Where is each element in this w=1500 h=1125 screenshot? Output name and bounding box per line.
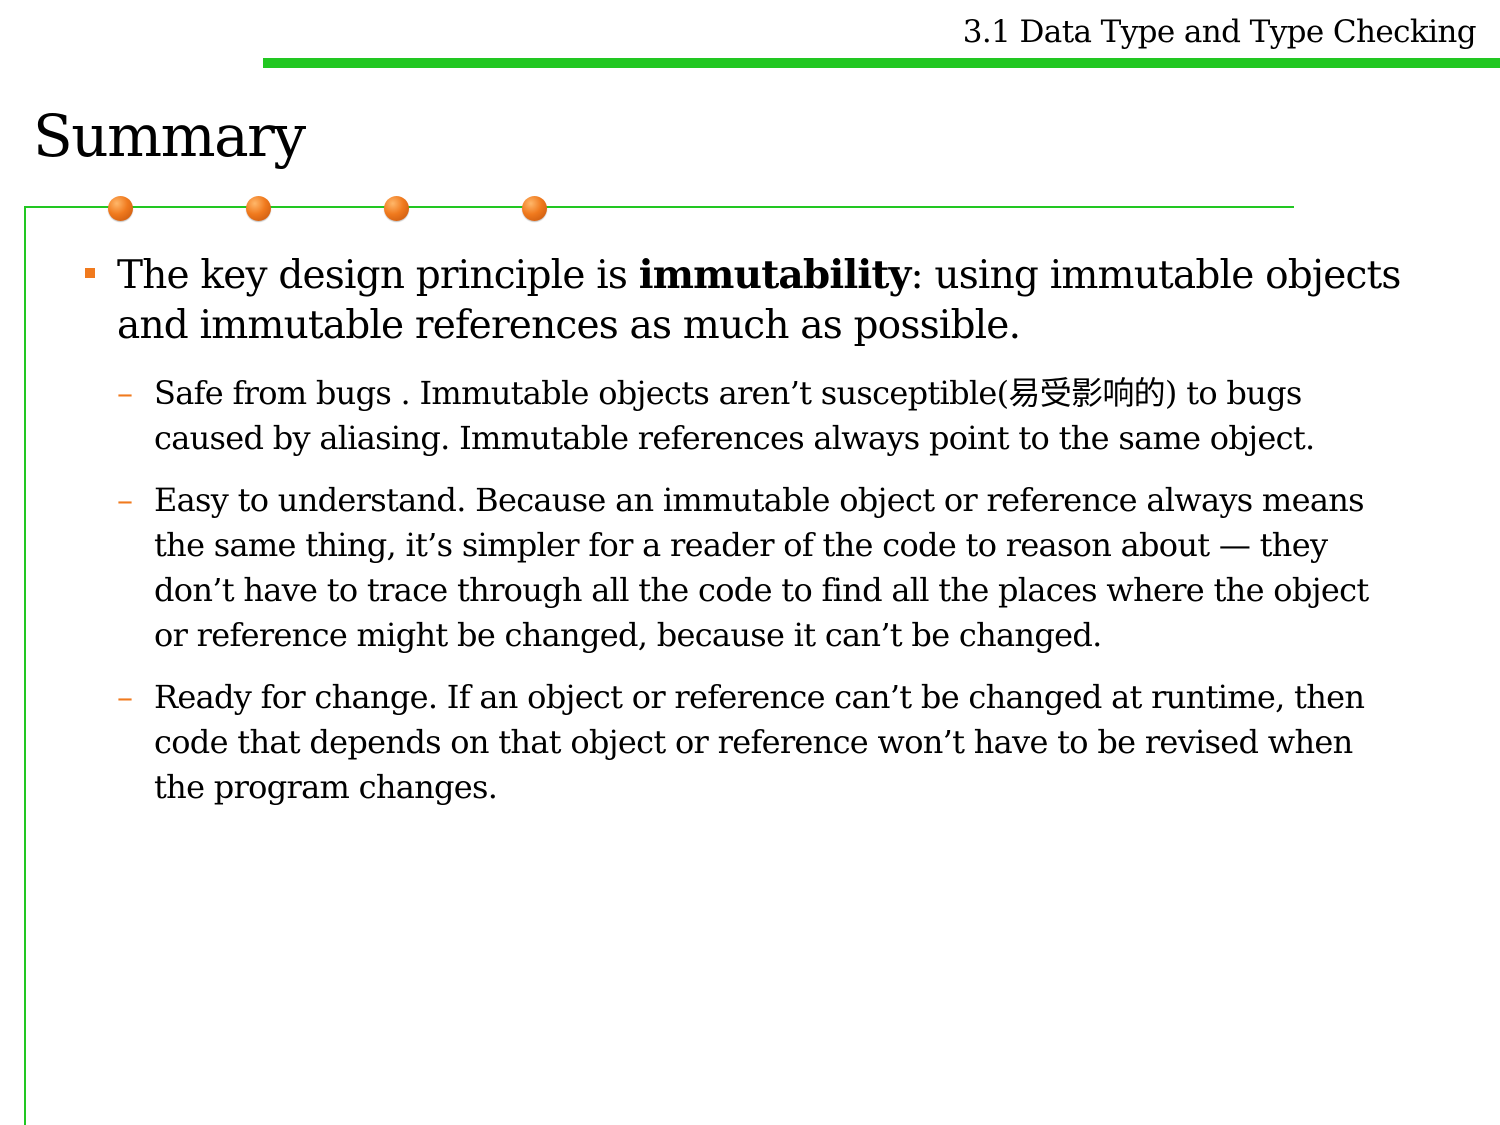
sub-bullet-list: – Safe from bugs . Immutable objects are… (80, 371, 1410, 810)
slide-title: Summary (33, 102, 306, 170)
sub-bullet-text: Easy to understand. Because an immutable… (154, 481, 1369, 654)
header-accent-bar (263, 58, 1500, 68)
square-bullet-icon (85, 268, 95, 278)
dash-bullet-icon: – (117, 481, 133, 519)
decorative-dot-2 (246, 196, 271, 221)
sub-bullet-ready-for-change: – Ready for change. If an object or refe… (117, 675, 1410, 810)
decorative-dot-4 (522, 196, 547, 221)
main-bullet-bold-term: immutability (638, 252, 912, 298)
decorative-dot-3 (384, 196, 409, 221)
sub-bullet-safe-from-bugs: – Safe from bugs . Immutable objects are… (117, 371, 1410, 461)
sub-bullet-text: Safe from bugs . Immutable objects aren’… (154, 374, 1315, 457)
main-bullet-text-before: The key design principle is (117, 253, 639, 298)
frame-left-line (24, 206, 26, 1125)
dash-bullet-icon: – (117, 678, 133, 716)
dash-bullet-icon: – (117, 374, 133, 412)
sub-bullet-easy-to-understand: – Easy to understand. Because an immutab… (117, 478, 1410, 658)
sub-bullet-text: Ready for change. If an object or refere… (154, 678, 1365, 806)
slide-content: The key design principle is immutability… (80, 250, 1410, 827)
frame-top-line (24, 206, 1294, 208)
main-bullet: The key design principle is immutability… (80, 250, 1410, 351)
decorative-dot-1 (108, 196, 133, 221)
section-header: 3.1 Data Type and Type Checking (962, 14, 1477, 50)
